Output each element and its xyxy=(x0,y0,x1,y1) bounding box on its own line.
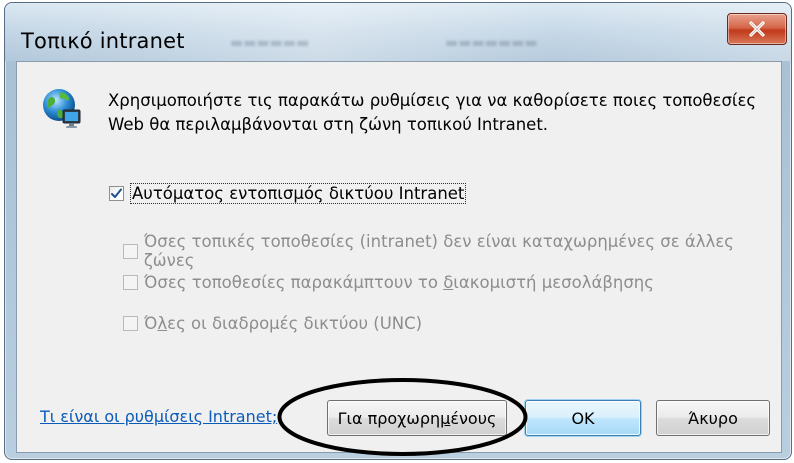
auto-detect-label[interactable]: Αυτόματος εντοπισμός δικτύου Intranet xyxy=(130,183,467,204)
checkmark-icon xyxy=(111,188,122,198)
unc-paths-option: Όλες οι διαδρομές δικτύου (UNC) xyxy=(123,314,422,333)
local-sites-checkbox xyxy=(123,243,138,259)
globe-network-icon xyxy=(43,89,81,128)
close-button[interactable] xyxy=(727,13,787,45)
unc-paths-checkbox xyxy=(123,316,138,331)
cancel-button[interactable]: Άκυρο xyxy=(656,400,770,436)
background-blur: ▬▬▬▬▬▬ xyxy=(230,35,310,51)
dialog-window: Τοπικό intranet ▬▬▬▬▬▬ ▬▬▬▬▬▬▬ Χρησιμοπο… xyxy=(4,2,792,460)
local-sites-label: Όσες τοπικές τοποθεσίες (intranet) δεν ε… xyxy=(143,232,734,270)
ok-button[interactable]: OK xyxy=(525,400,641,436)
intranet-settings-help-link[interactable]: Τι είναι οι ρυθμίσεις Intranet; xyxy=(40,407,277,426)
advanced-button[interactable]: Για προχωρη μ ένους xyxy=(327,400,507,436)
bypass-proxy-checkbox xyxy=(123,275,138,290)
window-title: Τοπικό intranet xyxy=(21,29,185,53)
auto-detect-checkbox[interactable] xyxy=(109,186,124,201)
bypass-proxy-label: Όσες τοποθεσίες παρακάμπτουν το διακομισ… xyxy=(144,273,654,292)
title-bar[interactable]: Τοπικό intranet ▬▬▬▬▬▬ ▬▬▬▬▬▬▬ xyxy=(5,3,791,61)
screenshot-stage: Τοπικό intranet ▬▬▬▬▬▬ ▬▬▬▬▬▬▬ Χρησιμοπο… xyxy=(0,0,794,463)
unc-paths-label: Όλες οι διαδρομές δικτύου (UNC) xyxy=(144,314,423,333)
bypass-proxy-option: Όσες τοποθεσίες παρακάμπτουν το διακομισ… xyxy=(123,273,654,292)
background-blur: ▬▬▬▬▬▬▬ xyxy=(445,35,538,51)
auto-detect-intranet-option[interactable]: Αυτόματος εντοπισμός δικτύου Intranet xyxy=(109,183,467,204)
close-x-icon xyxy=(749,21,765,37)
dialog-client-area: Χρησιμοποιήστε τις παρακάτω ρυθμίσεις γι… xyxy=(16,61,782,453)
local-sites-option: Όσες τοπικές τοποθεσίες (intranet) δεν ε… xyxy=(123,232,781,270)
description-text: Χρησιμοποιήστε τις παρακάτω ρυθμίσεις γι… xyxy=(108,91,757,134)
